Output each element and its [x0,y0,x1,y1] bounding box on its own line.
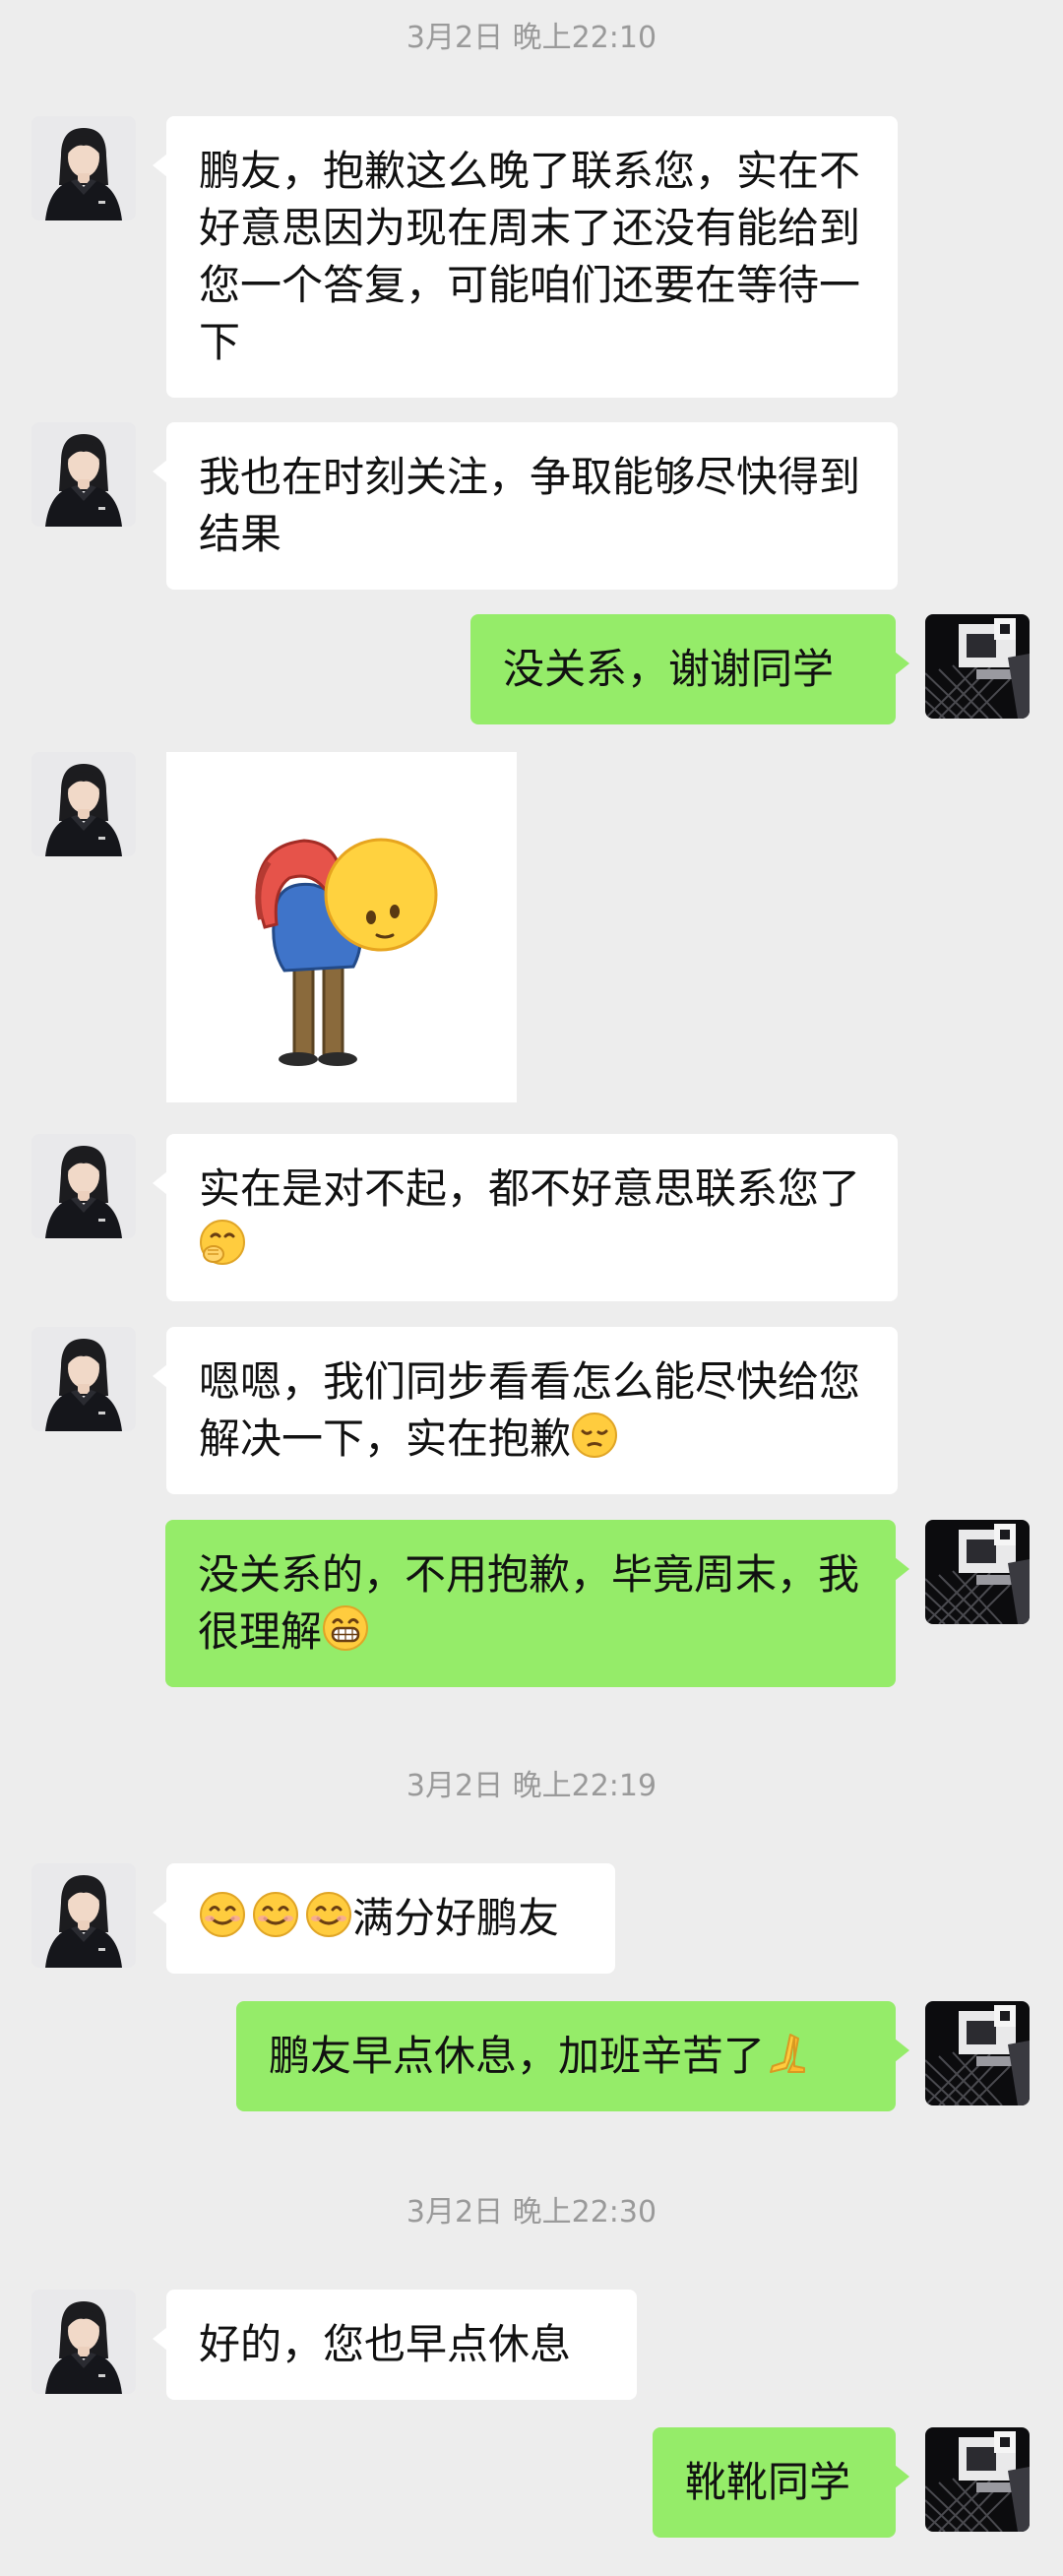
smiling-face-emoji-icon [199,1891,246,1938]
message-text: 满分好鹏友 [352,1894,560,1942]
outgoing-message-bubble[interactable]: 鹏友早点休息，加班辛苦了 [236,2001,909,2111]
outgoing-message-bubble[interactable]: 没关系的，不用抱歉，毕竟周末，我很理解 [165,1520,909,1687]
contact-avatar[interactable] [31,2290,136,2394]
contact-avatar[interactable] [31,422,136,527]
incoming-message-bubble[interactable]: 满分好鹏友 [153,1863,615,1974]
outgoing-message-bubble[interactable]: 没关系，谢谢同学 [470,614,909,724]
message-text: 实在是对不起，都不好意思联系您了 [199,1164,861,1213]
message-text: 鹏友早点休息，加班辛苦了 [269,2032,766,2080]
contact-avatar[interactable] [31,1863,136,1968]
contact-avatar[interactable] [31,116,136,220]
message-text: 嗯嗯，我们同步看看怎么能尽快给您解决一下，实在抱歉 [199,1357,861,1463]
incoming-message-bubble[interactable]: 好的，您也早点休息 [153,2290,637,2400]
timestamp: 3月2日 晚上22:30 [406,2195,657,2230]
message-text: 没关系，谢谢同学 [503,645,835,693]
bowing-figure-icon [255,838,438,1066]
user-avatar[interactable] [925,614,1030,719]
grinning-face-emoji-icon [322,1604,369,1652]
outgoing-message-bubble[interactable]: 靴靴同学 [653,2427,909,2538]
bowing-emoji-sticker[interactable] [166,752,517,1102]
message-text: 好的，您也早点休息 [199,2320,572,2368]
smiling-face-emoji-icon [252,1891,299,1938]
hand-over-mouth-emoji-icon [199,1219,246,1266]
incoming-message-bubble[interactable]: 鹏友，抱歉这么晚了联系您，实在不好意思因为现在周末了还没有能给到您一个答复，可能… [153,116,898,398]
timestamp: 3月2日 晚上22:10 [406,21,657,55]
user-avatar[interactable] [925,2427,1030,2532]
incoming-message-bubble[interactable]: 嗯嗯，我们同步看看怎么能尽快给您解决一下，实在抱歉 [153,1327,898,1494]
user-avatar[interactable] [925,1520,1030,1624]
contact-avatar[interactable] [31,1327,136,1431]
message-text: 靴靴同学 [685,2458,851,2506]
smiling-face-emoji-icon [305,1891,352,1938]
message-text: 我也在时刻关注，争取能够尽快得到结果 [199,453,861,558]
timestamp: 3月2日 晚上22:19 [406,1769,657,1803]
contact-avatar[interactable] [31,1134,136,1238]
folded-hands-emoji-icon [765,2029,812,2076]
contact-avatar[interactable] [31,752,136,856]
user-avatar[interactable] [925,2001,1030,2105]
incoming-message-bubble[interactable]: 实在是对不起，都不好意思联系您了 [153,1134,898,1301]
message-text: 鹏友，抱歉这么晚了联系您，实在不好意思因为现在周末了还没有能给到您一个答复，可能… [199,147,861,366]
chat-view: 3月2日 晚上22:10 鹏友，抱歉这么晚了联系您，实在不好意思因为现在周末了还… [0,0,1063,2576]
pensive-face-emoji-icon [571,1412,618,1459]
message-text: 没关系的，不用抱歉，毕竟周末，我很理解 [198,1550,860,1656]
incoming-message-bubble[interactable]: 我也在时刻关注，争取能够尽快得到结果 [153,422,898,590]
